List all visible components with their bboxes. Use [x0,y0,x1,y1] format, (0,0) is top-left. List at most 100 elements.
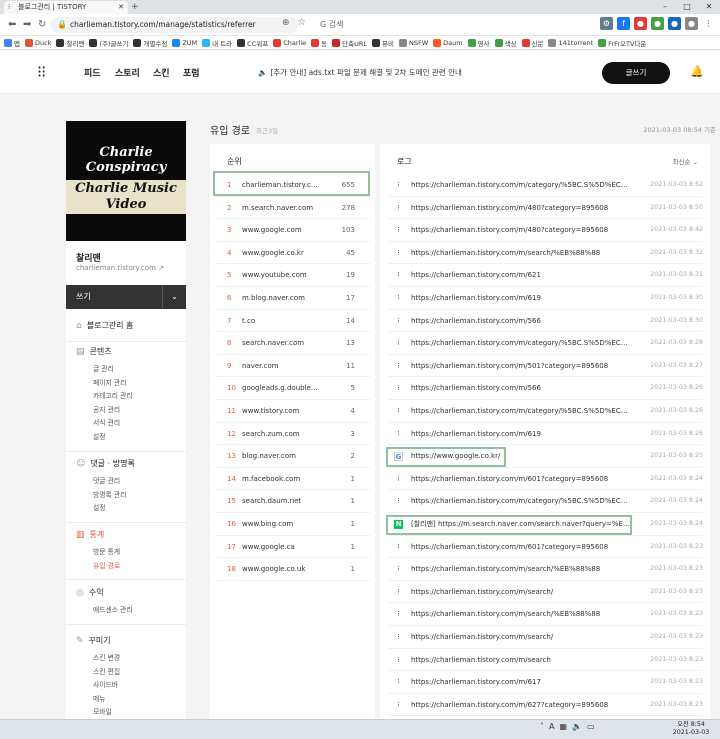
log-url-link[interactable]: https://charlieman.tistory.com/m/480?cat… [411,197,631,219]
log-url-link[interactable]: https://charlieman.tistory.com/m/627?cat… [411,694,631,716]
log-row[interactable]: ⁝ https://charlieman.tistory.com/m/search… [388,558,703,581]
log-row[interactable]: ⁝ https://charlieman.tistory.com/m/catego… [388,490,703,513]
extension-blue-icon[interactable]: ● [668,17,681,30]
ranking-row[interactable]: 6 m.blog.naver.com 17 [215,287,370,310]
log-row[interactable]: Ghttps://www.google.co.kr/2021-03-03 8:2… [388,445,703,468]
log-url-link[interactable]: https://charlieman.tistory.com/m/619 [411,287,631,309]
bookmark-item[interactable]: 내 트라 [202,38,232,48]
maximize-icon[interactable]: □ [676,0,698,14]
ranking-row[interactable]: 9 naver.com 11 [215,355,370,378]
ranking-row[interactable]: 8 search.naver.com 13 [215,332,370,355]
sidebar-subitem[interactable]: 방명록 관리 [93,489,126,499]
log-row[interactable]: ⁝ https://charlieman.tistory.com/m/627?ca… [388,694,703,717]
extension-red-icon[interactable]: ● [634,17,647,30]
zoom-icon[interactable]: ⊕ [282,18,290,28]
ranking-row[interactable]: 11 www.tistory.com 4 [215,400,370,423]
log-row[interactable]: N [찰리맨] https://m.search.naver.com/search… [388,513,703,536]
bookmark-item[interactable]: Charlie [273,38,306,47]
browser-tab[interactable]: ⁝ 블로그관리 | TISTORY ✕ [4,1,128,14]
bookmark-item[interactable]: 신문 [521,38,543,48]
close-window-icon[interactable]: ✕ [698,0,720,14]
sidebar-subitem[interactable]: 설정 [93,502,106,512]
ranking-row[interactable]: 13 blog.naver.com 2 [215,445,370,468]
bookmark-item[interactable]: 앱 [4,38,20,48]
log-url-link[interactable]: https://charlieman.tistory.com/m/search/… [411,558,631,580]
log-row[interactable]: ⁝ https://charlieman.tistory.com/m/621 202… [388,264,703,287]
nav-story[interactable]: 스토리 [115,66,140,79]
sidebar-subitem[interactable]: 스킨 편집 [93,666,120,676]
url-field[interactable]: 🔒 charlieman.tistory.com/manage/statisti… [50,17,298,33]
sidebar-subitem[interactable]: 메뉴 [93,693,106,703]
sidebar-section-brush[interactable]: ✎ 꾸미기 [76,635,111,646]
menu-dots-icon[interactable]: ⋮ [702,17,715,30]
ranking-row[interactable]: 5 www.youtube.com 19 [215,264,370,287]
bookmark-item[interactable]: ZUM [172,38,197,47]
back-icon[interactable]: ⬅ [8,18,16,32]
bookmark-item[interactable]: Daum [433,38,463,47]
notice-banner[interactable]: 🔈 [추가 안내] ads.txt 파일 문제 해결 및 2차 도메인 관련 안내 [258,67,462,78]
log-url-link[interactable]: https://charlieman.tistory.com/m/566 [411,310,631,332]
log-url-link[interactable]: [찰리맨] https://m.search.naver.com/search.… [411,513,631,535]
sidebar-write-button[interactable]: 쓰기 ⌄ [66,285,186,309]
sidebar-subitem[interactable]: 설정 [93,431,106,441]
bookmark-item[interactable]: FrFr오TV다운 [598,38,646,48]
sidebar-section-chart[interactable]: ▥ 통계 [76,529,104,540]
log-row[interactable]: ⁝ https://charlieman.tistory.com/m/601?ca… [388,536,703,559]
ranking-row[interactable]: 18 www.google.co.uk 1 [215,558,370,581]
bookmark-item[interactable]: (주)글쓰기 [89,38,128,48]
write-button[interactable]: 글쓰기 [602,62,670,84]
log-url-link[interactable]: https://www.google.co.kr/ [411,445,631,467]
log-row[interactable]: ⁝ https://charlieman.tistory.com/m/search… [388,603,703,626]
bookmark-item[interactable]: NSFW [398,38,428,47]
extension-icon[interactable]: ⚙ [600,17,613,30]
facebook-icon[interactable]: f [617,17,630,30]
log-url-link[interactable]: https://charlieman.tistory.com/m/categor… [411,174,631,196]
log-row[interactable]: ⁝ https://charlieman.tistory.com/m/619 202… [388,287,703,310]
profile-avatar-icon[interactable]: ● [685,17,698,30]
bookmark-item[interactable]: 뮤비 [372,38,394,48]
bookmark-item[interactable]: 영사 [467,38,490,48]
log-row[interactable]: ⁝ https://charlieman.tistory.com/m/search… [388,242,703,265]
log-row[interactable]: ⁝ https://charlieman.tistory.com/m/601?ca… [388,468,703,491]
close-tab-icon[interactable]: ✕ [118,1,124,14]
chevron-up-icon[interactable]: ˄ [540,722,544,731]
ranking-row[interactable]: 7 t.co 14 [215,310,370,333]
ranking-row[interactable]: 14 m.facebook.com 1 [215,468,370,491]
log-url-link[interactable]: https://charlieman.tistory.com/m/501?cat… [411,355,631,377]
bookmark-star-icon[interactable]: ☆ [297,17,306,28]
bookmark-item[interactable]: 개별수정 [133,38,167,48]
log-url-link[interactable]: https://charlieman.tistory.com/m/categor… [411,490,631,512]
sidebar-subitem[interactable]: 모바일 [93,706,112,716]
new-tab-icon[interactable]: + [131,1,139,13]
log-url-link[interactable]: https://charlieman.tistory.com/m/search/ [411,581,631,603]
bookmark-item[interactable]: Duck [24,38,51,47]
nav-forum[interactable]: 포럼 [183,66,200,79]
sidebar-subitem[interactable]: 글 관리 [93,363,114,373]
log-url-link[interactable]: https://charlieman.tistory.com/m/619 [411,423,631,445]
log-row[interactable]: ⁝ https://charlieman.tistory.com/m/catego… [388,332,703,355]
sidebar-subitem[interactable]: 방문 통계 [93,546,120,556]
log-row[interactable]: ⁝ https://charlieman.tistory.com/m/catego… [388,174,703,197]
sidebar-subitem[interactable]: 페이지 관리 [93,377,126,387]
network-icon[interactable]: ▦ [559,722,567,731]
log-row[interactable]: ⁝ https://charlieman.tistory.com/m/617 202… [388,671,703,694]
log-row[interactable]: ⁝ https://charlieman.tistory.com/m/566 202… [388,377,703,400]
log-url-link[interactable]: https://charlieman.tistory.com/m/search [411,649,631,671]
sidebar-subitem[interactable]: 스킨 변경 [93,652,120,662]
nav-skin[interactable]: 스킨 [153,66,170,79]
volume-icon[interactable]: 🔈 [572,722,582,731]
forward-icon[interactable]: ➡ [23,18,31,32]
sort-dropdown[interactable]: 최신순 ⌄ [673,156,698,166]
ranking-row[interactable]: 10 googleads.g.double… 5 [215,377,370,400]
ranking-row[interactable]: 12 search.zum.com 3 [215,423,370,446]
sidebar-section-comment[interactable]: ☺ 댓글 · 방명록 [76,458,135,469]
log-row[interactable]: ⁝ https://charlieman.tistory.com/m/catego… [388,400,703,423]
log-row[interactable]: ⁝ https://charlieman.tistory.com/m/566 202… [388,310,703,333]
log-url-link[interactable]: https://charlieman.tistory.com/m/search/ [411,626,631,648]
bookmark-item[interactable]: 동 [311,38,327,48]
language-icon[interactable]: A [549,722,554,731]
sidebar-subitem[interactable]: 공지 관리 [93,404,120,414]
extension-green-icon[interactable]: ● [651,17,664,30]
log-row[interactable]: ⁝ https://charlieman.tistory.com/m/619 202… [388,423,703,446]
sidebar-subitem[interactable]: 유입 경로 [93,560,120,570]
